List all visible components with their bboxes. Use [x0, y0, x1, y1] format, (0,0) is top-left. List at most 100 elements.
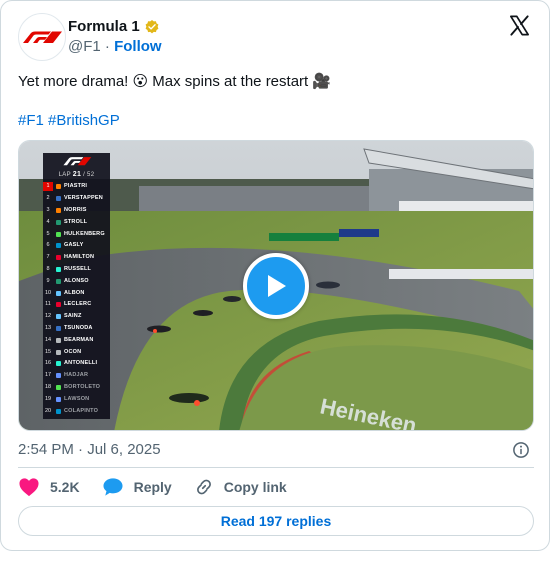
video-player[interactable]: Heineken LAP 21 / 52 1 PIASTRI 2 VERSTAP… [18, 140, 534, 431]
position-number: 14 [44, 336, 52, 343]
like-button[interactable]: 5.2K [18, 477, 80, 497]
tweet-card: Formula 1 @F1 · Follow Yet more drama! 😮… [0, 0, 550, 551]
author-name-row: Formula 1 [68, 18, 160, 36]
position-number: 18 [44, 383, 52, 390]
position-number: 11 [45, 301, 51, 308]
position-number: 12 [44, 313, 52, 320]
timing-row: 15 OCON [43, 346, 110, 358]
hashtag-f1[interactable]: #F1 [18, 112, 44, 129]
link-icon [196, 479, 211, 495]
team-color-marker [56, 207, 61, 213]
action-bar: 5.2K Reply Copy link [18, 477, 309, 497]
team-color-marker [56, 314, 61, 320]
timing-row: 9 ALONSO [43, 275, 110, 287]
timing-row: 16 ANTONELLI [43, 358, 110, 370]
timing-row: 18 BORTOLETO [43, 382, 110, 394]
handle[interactable]: @F1 [68, 38, 101, 55]
display-name[interactable]: Formula 1 [68, 18, 140, 36]
timing-row: 12 SAINZ [43, 311, 110, 323]
timing-row: 11 LECLERC [43, 299, 110, 311]
driver-name: HULKENBERG [64, 230, 105, 237]
driver-name: RUSSELL [64, 265, 92, 272]
team-color-marker [56, 184, 61, 190]
team-color-marker [56, 373, 61, 379]
timing-row: 7 HAMILTON [43, 252, 110, 264]
driver-name: NORRIS [64, 206, 87, 213]
position-number: 9 [46, 277, 50, 284]
read-replies-button[interactable]: Read 197 replies [18, 506, 534, 536]
driver-name: HAMILTON [64, 254, 95, 261]
driver-name: ANTONELLI [64, 360, 98, 367]
position-number: 3 [46, 206, 50, 213]
timing-row: 13 TSUNODA [43, 323, 110, 335]
separator: · [104, 38, 110, 55]
team-color-marker [56, 337, 61, 343]
driver-name: LAWSON [64, 395, 90, 402]
position-number: 13 [44, 324, 52, 331]
team-color-marker [56, 278, 61, 284]
team-color-marker [56, 196, 61, 202]
f1-logo-icon [23, 31, 62, 43]
team-color-marker [56, 396, 61, 402]
driver-name: LECLERC [64, 301, 92, 308]
timing-row: 2 VERSTAPPEN [43, 193, 110, 205]
timing-row: 1 PIASTRI [43, 181, 110, 193]
team-color-marker [56, 302, 61, 308]
position-number: 15 [44, 348, 52, 355]
hashtags: #F1 #BritishGP [18, 111, 120, 130]
team-color-marker [56, 255, 61, 261]
position-number: 5 [46, 230, 50, 237]
team-color-marker [56, 325, 61, 331]
driver-name: ALONSO [64, 277, 89, 284]
x-logo-icon[interactable] [508, 14, 531, 37]
driver-name: STROLL [64, 218, 88, 225]
position-number: 2 [46, 195, 50, 202]
timing-row: 19 LAWSON [43, 393, 110, 405]
avatar[interactable] [18, 13, 66, 61]
team-color-marker [56, 349, 61, 355]
copy-link-label: Copy link [223, 479, 287, 495]
tweet-timestamp[interactable]: 2:54 PM · Jul 6, 2025 [18, 441, 161, 459]
position-number: 10 [44, 289, 52, 296]
timing-row: 20 COLAPINTO [43, 405, 110, 417]
position-number: 16 [44, 360, 52, 367]
driver-name: VERSTAPPEN [64, 195, 103, 202]
driver-name: BEARMAN [64, 336, 94, 343]
position-number: 20 [44, 407, 52, 414]
hashtag-britishgp[interactable]: #BritishGP [48, 112, 120, 129]
driver-name: SAINZ [64, 313, 82, 320]
follow-button[interactable]: Follow [114, 38, 162, 55]
timing-f1-logo [43, 153, 110, 169]
driver-name: TSUNODA [64, 324, 93, 331]
position-number: 4 [46, 218, 50, 225]
team-color-marker [56, 290, 61, 296]
driver-name: HADJAR [64, 372, 89, 379]
lap-current: 21 [72, 171, 82, 178]
tweet-text: Yet more drama! 😮 Max spins at the resta… [18, 73, 332, 90]
play-icon [268, 275, 286, 297]
timing-rows: 1 PIASTRI 2 VERSTAPPEN 3 NORRIS 4 STROLL 5 HULKEN… [43, 181, 110, 417]
copy-link-button[interactable]: Copy link [194, 477, 287, 497]
verified-badge-icon [145, 20, 159, 34]
position-number: 17 [44, 372, 52, 379]
reply-button[interactable]: Reply [102, 477, 172, 497]
team-color-marker [56, 266, 61, 272]
timing-row: 10 ALBON [43, 287, 110, 299]
team-color-marker [56, 408, 61, 414]
driver-name: BORTOLETO [64, 383, 101, 390]
driver-name: OCON [64, 348, 82, 355]
info-icon[interactable] [512, 441, 530, 459]
timing-row: 5 HULKENBERG [43, 228, 110, 240]
timing-row: 14 BEARMAN [43, 334, 110, 346]
reply-label: Reply [133, 479, 172, 495]
play-button[interactable] [243, 253, 309, 319]
driver-name: GASLY [64, 242, 84, 249]
team-color-marker [56, 231, 61, 237]
position-number: 19 [44, 395, 52, 402]
like-count: 5.2K [50, 479, 80, 495]
driver-name: COLAPINTO [64, 407, 99, 414]
position-number: 8 [46, 265, 50, 272]
lap-counter: LAP 21 / 52 [43, 169, 110, 181]
divider [18, 467, 534, 468]
timing-tower: LAP 21 / 52 1 PIASTRI 2 VERSTAPPEN 3 NORRIS 4 S… [43, 153, 110, 419]
